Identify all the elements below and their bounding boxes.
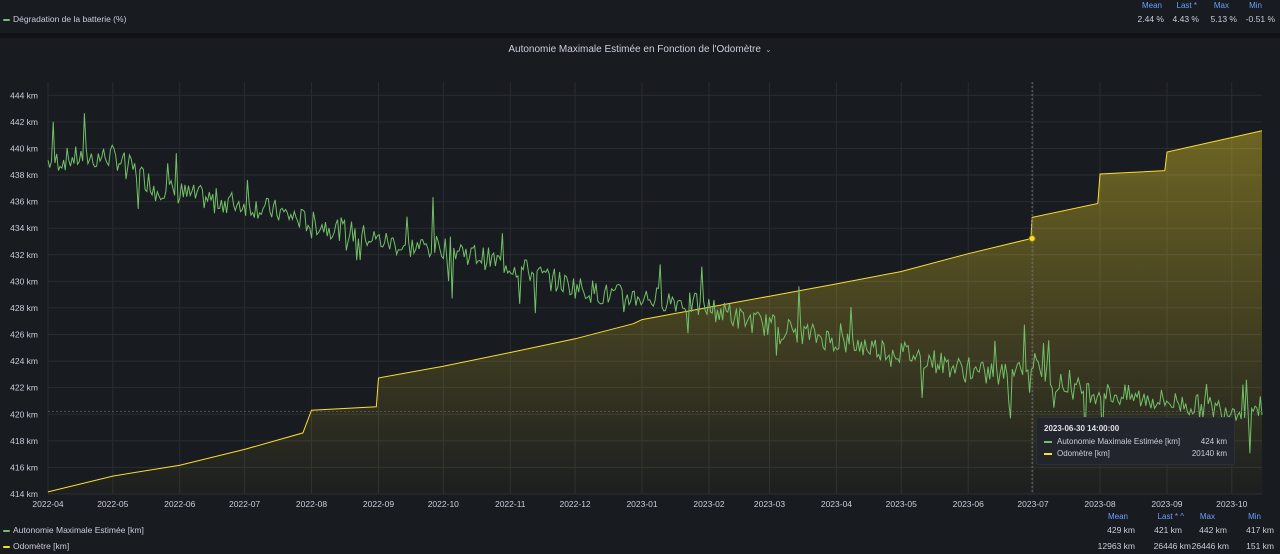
x-tick-label: 2023-07 — [1017, 499, 1048, 509]
y-tick-label: 438 km — [10, 170, 38, 180]
x-tick-label: 2022-11 — [495, 499, 526, 509]
series-color-swatch — [1044, 441, 1052, 443]
y-tick-label: 442 km — [10, 117, 38, 127]
x-tick-label: 2023-01 — [626, 499, 657, 509]
tooltip-series-name: Autonomie Maximale Estimée [km] — [1057, 437, 1181, 446]
legend-header-min[interactable]: Min — [1236, 512, 1261, 521]
hover-tooltip: 2023-06-30 14:00:00 Autonomie Maximale E… — [1036, 417, 1235, 465]
legend-header-last[interactable]: Last * ^ — [1144, 512, 1184, 521]
y-tick-label: 424 km — [10, 356, 38, 366]
tooltip-series-value: 20140 km — [1191, 449, 1227, 458]
series-color-swatch — [1044, 453, 1052, 455]
y-tick-label: 434 km — [10, 223, 38, 233]
tooltip-row-range: Autonomie Maximale Estimée [km] 424 km — [1044, 437, 1227, 448]
legend-value-min: 151 km — [1246, 541, 1274, 551]
y-tick-label: 416 km — [10, 462, 38, 472]
x-tick-label: 2023-02 — [693, 499, 724, 509]
x-tick-label: 2022-12 — [559, 499, 590, 509]
legend-value-mean: 12963 km — [1097, 541, 1135, 551]
legend-header-max[interactable]: Max — [1190, 512, 1215, 521]
x-tick-label: 2022-10 — [428, 499, 459, 509]
x-tick-label: 2023-04 — [821, 499, 852, 509]
y-axis: 414 km 416 km 418 km 420 km 422 km 424 km 426 … — [10, 90, 38, 499]
x-tick-label: 2022-07 — [229, 499, 260, 509]
tooltip-series-name: Odomètre [km] — [1057, 449, 1110, 458]
x-tick-label: 2023-03 — [754, 499, 785, 509]
y-tick-label: 444 km — [10, 90, 38, 100]
cursor-point — [1028, 235, 1036, 243]
x-tick-label: 2023-09 — [1151, 499, 1182, 509]
legend-value-max: 26446 km — [1191, 541, 1229, 551]
legend-value-last: 26446 km — [1153, 541, 1191, 551]
series-color-swatch — [3, 546, 10, 548]
legend-series-name: Odomètre [km] — [13, 541, 70, 551]
time-series-chart[interactable]: 414 km 416 km 418 km 420 km 422 km 424 km 426 … — [0, 0, 1280, 554]
x-tick-label: 2022-09 — [363, 499, 394, 509]
x-tick-label: 2022-08 — [296, 499, 327, 509]
x-tick-label: 2023-05 — [886, 499, 917, 509]
legend-header-mean[interactable]: Mean — [1098, 512, 1128, 521]
x-tick-label: 2023-06 — [953, 499, 984, 509]
x-tick-label: 2023-08 — [1084, 499, 1115, 509]
x-tick-label: 2022-06 — [164, 499, 195, 509]
tooltip-time: 2023-06-30 14:00:00 — [1044, 424, 1120, 433]
y-tick-label: 420 km — [10, 409, 38, 419]
legend-value-max: 442 km — [1199, 525, 1227, 535]
legend-value-last: 421 km — [1154, 525, 1182, 535]
y-tick-label: 436 km — [10, 197, 38, 207]
y-tick-label: 422 km — [10, 383, 38, 393]
y-tick-label: 428 km — [10, 303, 38, 313]
legend-value-mean: 429 km — [1107, 525, 1135, 535]
y-tick-label: 430 km — [10, 276, 38, 286]
tooltip-row-odometer: Odomètre [km] 20140 km — [1044, 449, 1227, 460]
legend-series-name: Autonomie Maximale Estimée [km] — [13, 525, 144, 535]
y-tick-label: 426 km — [10, 330, 38, 340]
y-tick-label: 440 km — [10, 143, 38, 153]
y-tick-label: 414 km — [10, 489, 38, 499]
y-tick-label: 418 km — [10, 436, 38, 446]
x-tick-label: 2022-04 — [32, 499, 63, 509]
legend-value-min: 417 km — [1246, 525, 1274, 535]
x-tick-label: 2023-10 — [1216, 499, 1247, 509]
x-axis: 2022-04 2022-05 2022-06 2022-07 2022-08 2022-… — [32, 499, 1247, 509]
tooltip-series-value: 424 km — [1200, 437, 1227, 446]
y-tick-label: 432 km — [10, 250, 38, 260]
legend-item-range[interactable]: Autonomie Maximale Estimée [km] 429 km 4… — [0, 524, 1280, 538]
series-color-swatch — [3, 530, 10, 532]
x-tick-label: 2022-05 — [97, 499, 128, 509]
legend-item-odometer[interactable]: Odomètre [km] 12963 km 26446 km 26446 km… — [0, 540, 1280, 554]
